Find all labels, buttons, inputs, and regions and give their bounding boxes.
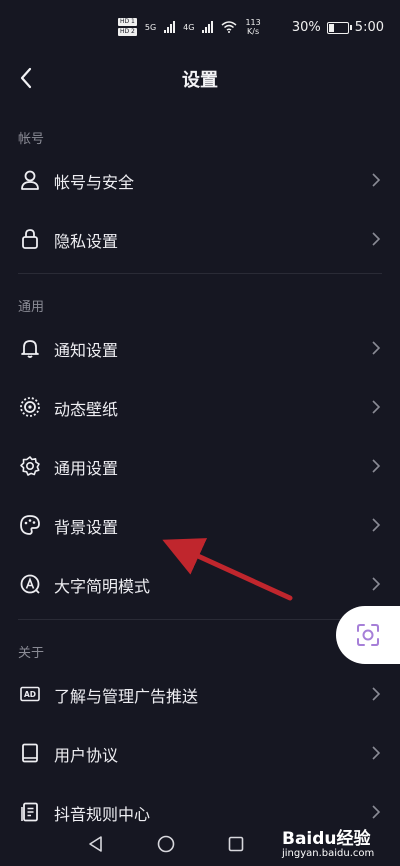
- settings-item-live-wallpaper[interactable]: 动态壁纸: [0, 378, 400, 436]
- hd-2-label: HD 2: [118, 28, 137, 36]
- chevron-right-icon: [372, 232, 381, 246]
- bell-icon: [18, 336, 42, 360]
- settings-item-label: 隐私设置: [54, 232, 119, 251]
- divider: [18, 619, 382, 620]
- chevron-right-icon: [372, 459, 381, 473]
- settings-item-label: 通知设置: [54, 341, 119, 360]
- battery-fill: [328, 23, 334, 32]
- battery-icon: [326, 21, 352, 34]
- document-icon: [18, 800, 42, 824]
- status-right: 30% 5:00: [292, 20, 384, 35]
- nav-recent-icon[interactable]: [226, 834, 246, 854]
- watermark-url: jingyan.baidu.com: [282, 848, 375, 859]
- svg-text:AD: AD: [24, 690, 36, 699]
- header: 设置: [0, 52, 400, 104]
- chevron-right-icon: [372, 518, 381, 532]
- palette-icon: [18, 513, 42, 537]
- watermark: Baidu经验 jingyan.baidu.com: [282, 824, 398, 864]
- gear-icon: [18, 454, 42, 478]
- settings-item-account-security[interactable]: 帐号与安全: [0, 151, 400, 209]
- book-icon: [18, 741, 42, 765]
- settings-item-background[interactable]: 背景设置: [0, 496, 400, 554]
- signal-4g-icon: [202, 21, 214, 33]
- scan-icon: [357, 624, 379, 646]
- nav-back-icon[interactable]: [86, 834, 106, 854]
- settings-item-label: 了解与管理广告推送: [54, 687, 199, 706]
- net-5g-label: 5G: [144, 22, 157, 32]
- settings-item-general[interactable]: 通用设置: [0, 437, 400, 495]
- lock-icon: [18, 227, 42, 251]
- chevron-right-icon: [372, 746, 381, 760]
- settings-item-ad-management[interactable]: AD 了解与管理广告推送: [0, 665, 400, 723]
- settings-item-label: 帐号与安全: [54, 173, 135, 192]
- clock: 5:00: [354, 20, 384, 35]
- speed-value: 113: [245, 18, 261, 27]
- hd-1-label: HD 1: [118, 18, 137, 26]
- watermark-logo: Baidu经验: [282, 829, 371, 849]
- chevron-right-icon: [372, 805, 381, 819]
- section-title-general: 通用: [18, 300, 45, 315]
- status-bar: HD 1 HD 2 5G 4G 113 K/s 30% 5:00: [0, 0, 400, 52]
- chevron-right-icon: [372, 400, 381, 414]
- speed-unit: K/s: [247, 27, 260, 36]
- settings-item-label: 用户协议: [54, 746, 119, 765]
- signal-5g-icon: [164, 21, 176, 33]
- settings-item-label: 大字简明模式: [54, 577, 151, 596]
- settings-item-privacy[interactable]: 隐私设置: [0, 210, 400, 268]
- chevron-right-icon: [372, 577, 381, 591]
- chevron-right-icon: [372, 173, 381, 187]
- settings-item-large-text[interactable]: 大字简明模式: [0, 555, 400, 613]
- nav-home-icon[interactable]: [156, 834, 176, 854]
- battery-percent: 30%: [291, 20, 321, 35]
- chevron-right-icon: [372, 687, 381, 701]
- wifi-icon: [221, 21, 237, 33]
- divider: [18, 273, 382, 274]
- network-indicators: HD 1 HD 2 5G 4G 113 K/s: [118, 18, 261, 36]
- net-4g-label: 4G: [183, 22, 195, 32]
- page-title: 设置: [182, 70, 218, 91]
- settings-item-label: 动态壁纸: [54, 400, 119, 419]
- settings-item-notifications[interactable]: 通知设置: [0, 319, 400, 377]
- floating-scan-button[interactable]: [336, 606, 400, 664]
- large-text-icon: [18, 572, 42, 596]
- network-speed: 113 K/s: [245, 18, 260, 36]
- settings-item-label: 背景设置: [54, 518, 119, 537]
- ad-icon: AD: [18, 682, 42, 706]
- section-title-about: 关于: [18, 646, 45, 661]
- section-title-account: 帐号: [18, 132, 45, 147]
- live-wallpaper-icon: [18, 395, 42, 419]
- user-icon: [18, 168, 42, 192]
- settings-item-label: 通用设置: [54, 459, 119, 478]
- chevron-right-icon: [372, 341, 381, 355]
- hd-indicator: HD 1 HD 2: [118, 18, 137, 36]
- settings-item-user-agreement[interactable]: 用户协议: [0, 724, 400, 782]
